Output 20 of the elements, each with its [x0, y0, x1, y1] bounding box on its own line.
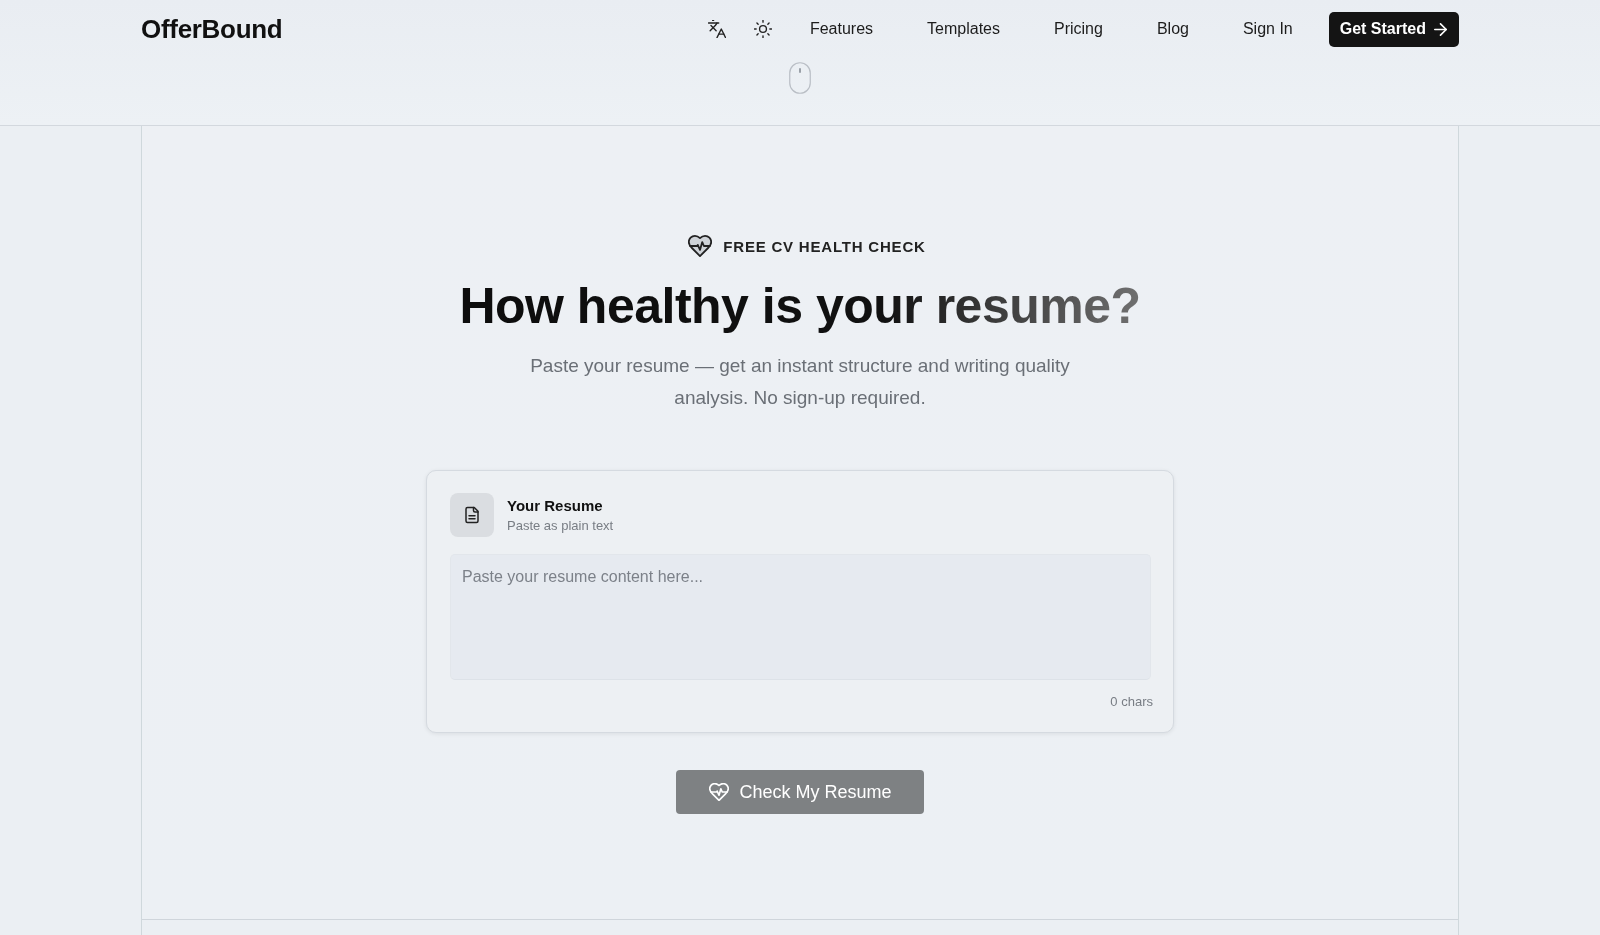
heart-pulse-icon — [688, 235, 713, 257]
nav-link[interactable]: Blog — [1156, 20, 1189, 38]
logo[interactable]: OfferBound — [141, 13, 283, 45]
nav-link[interactable]: Pricing — [1054, 20, 1103, 38]
card-title: Your Resume — [507, 496, 604, 515]
eyebrow-label: FREE CV HEALTH CHECK — [723, 237, 926, 255]
nav-link[interactable]: Sign In — [1242, 20, 1293, 38]
document-icon — [450, 493, 494, 537]
mouse-icon — [789, 62, 811, 94]
arrow-right-icon — [1434, 22, 1447, 36]
nav-link[interactable]: Features — [809, 20, 874, 38]
resume-textarea[interactable]: Paste your resume content here... — [450, 554, 1151, 680]
get-started-button[interactable]: Get Started — [1328, 11, 1459, 47]
sun-icon — [753, 20, 772, 38]
char-count: 0 chars — [1110, 694, 1153, 710]
translate-icon — [707, 20, 726, 38]
card-subtitle: Paste as plain text — [507, 517, 614, 534]
hero-subtitle: Paste your resume — get an instant structure and writing quality analysis. No sign-up required. — [529, 354, 1071, 410]
heart-pulse-icon — [709, 783, 730, 801]
nav-link[interactable]: Templates — [927, 20, 1000, 38]
